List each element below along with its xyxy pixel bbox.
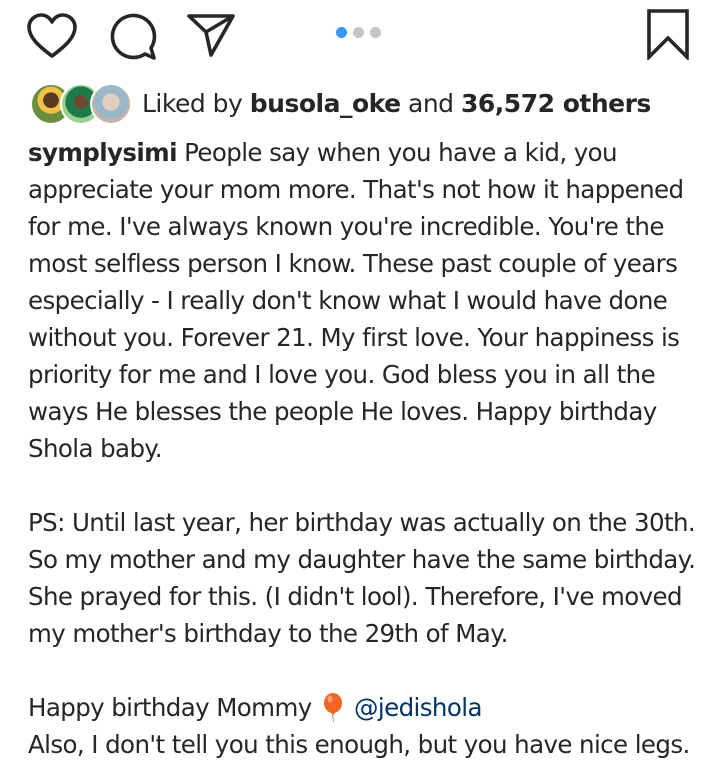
carousel-dot-active	[336, 27, 347, 38]
likes-conjunction: and	[408, 88, 454, 118]
avatar[interactable]	[90, 83, 132, 125]
post-caption: symplysimi People say when you have a ki…	[28, 134, 708, 763]
likes-summary: Liked by busola_oke and 36,572 others	[142, 89, 651, 118]
liker-avatars	[30, 83, 132, 125]
carousel-dot	[370, 27, 381, 38]
carousel-dot	[353, 27, 364, 38]
comment-icon[interactable]	[108, 12, 158, 62]
bookmark-icon[interactable]	[645, 8, 691, 60]
heart-icon[interactable]	[26, 12, 78, 60]
caption-text: People say when you have a kid, you appr…	[28, 138, 684, 463]
caption-paragraph: Also, I don't tell you this enough, but …	[28, 730, 690, 759]
balloon-icon	[323, 693, 342, 722]
liker-username-link[interactable]: busola_oke	[250, 89, 401, 118]
paper-plane-icon[interactable]	[186, 12, 236, 58]
likes-prefix: Liked by	[142, 88, 243, 118]
likes-row: Liked by busola_oke and 36,572 others	[30, 82, 651, 125]
post-action-bar	[0, 0, 720, 70]
caption-paragraph: Happy birthday Mommy @jedishola	[28, 689, 708, 726]
caption-paragraph: PS: Until last year, her birthday was ac…	[28, 508, 696, 648]
carousel-indicator	[336, 27, 381, 38]
mention-link[interactable]: @jedishola	[354, 693, 482, 722]
likes-count-link[interactable]: 36,572 others	[461, 89, 651, 118]
author-username-link[interactable]: symplysimi	[28, 138, 178, 167]
caption-paragraph: symplysimi People say when you have a ki…	[28, 134, 708, 467]
caption-text: Happy birthday Mommy	[28, 693, 312, 722]
